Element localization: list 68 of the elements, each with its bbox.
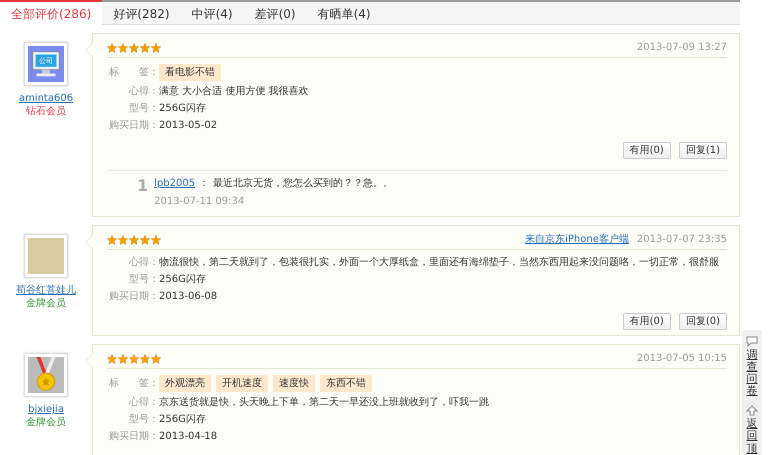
- field-label: 标 签：: [108, 377, 159, 390]
- reply-separator: ：: [199, 178, 210, 189]
- review-button[interactable]: 回复(1): [678, 142, 727, 159]
- member-level: 钻石会员: [26, 105, 66, 118]
- field-label: 购买日期：: [108, 119, 159, 132]
- field-label: 购买日期：: [108, 290, 159, 303]
- tag-label: 速度快: [273, 375, 315, 392]
- review-button[interactable]: 回复(0): [678, 313, 727, 330]
- reply-number: 1: [137, 177, 148, 197]
- field-label: 心得：: [128, 256, 159, 269]
- star-icon: [140, 42, 150, 52]
- tag-label: 东西不错: [320, 375, 372, 392]
- user-name-link[interactable]: bjxiejia: [28, 403, 64, 416]
- star-icon: [107, 354, 117, 364]
- review-date: 2013-07-05 10:15: [636, 352, 727, 365]
- member-level: 金牌会员: [26, 416, 66, 429]
- star-icon: [118, 354, 128, 364]
- field-label: 标 签：: [108, 66, 159, 79]
- field-value: 256G闪存: [159, 273, 206, 286]
- star-icon: [118, 234, 128, 244]
- field-label: 型号：: [128, 102, 159, 115]
- field-label: 型号：: [128, 413, 159, 426]
- star-icon: [129, 42, 139, 52]
- client-source-link[interactable]: 来自京东iPhone客户端: [525, 233, 629, 246]
- tab[interactable]: 中评(4): [180, 2, 244, 24]
- field-value: 2013-06-08: [159, 290, 218, 303]
- field-value: 物流很快，第二天就到了，包装很扎实，外面一个大厚纸盒，里面还有海绵垫子，当然东西用起来没问题咯，一切正常，很舒服: [159, 256, 719, 269]
- tag-label: 开机速度: [216, 375, 268, 392]
- side-tab-link[interactable]: 返回顶: [746, 418, 758, 455]
- speech-bubble-icon: [746, 336, 758, 347]
- side-tab-link[interactable]: 调查问卷: [746, 349, 758, 398]
- field-label: 型号：: [128, 273, 159, 286]
- star-icon: [151, 234, 161, 244]
- tag-label: 看电影不错: [159, 64, 221, 81]
- star-icon: [129, 354, 139, 364]
- review-button[interactable]: 有用(0): [622, 313, 671, 330]
- field-value: 满意 大小合适 使用方便 我很喜欢: [159, 85, 309, 98]
- star-icon: [151, 354, 161, 364]
- up-arrow-icon: [746, 405, 758, 416]
- user-name-link[interactable]: 荀谷红菩娃儿: [16, 284, 76, 297]
- star-icon: [151, 42, 161, 52]
- star-icon: [107, 42, 117, 52]
- field-label: 购买日期：: [108, 430, 159, 443]
- field-label: 心得：: [128, 85, 159, 98]
- star-icon: [107, 234, 117, 244]
- star-icon: [140, 354, 150, 364]
- review-date: 2013-07-07 23:35: [636, 233, 727, 246]
- review-button[interactable]: 有用(0): [622, 142, 671, 159]
- user-name-link[interactable]: aminta606: [18, 92, 74, 105]
- star-icon: [118, 42, 128, 52]
- tab[interactable]: 好评(282): [102, 2, 181, 24]
- field-value: 256G闪存: [159, 102, 206, 115]
- member-level: 金牌会员: [26, 297, 66, 310]
- tab[interactable]: 有晒单(4): [306, 2, 382, 24]
- reply-user-link[interactable]: lpb2005: [154, 178, 196, 189]
- star-icon: [140, 234, 150, 244]
- tab[interactable]: 全部评价(286): [0, 0, 102, 26]
- star-icon: [129, 234, 139, 244]
- reply-date: 2013-07-11 09:34: [154, 195, 246, 208]
- field-label: 心得：: [128, 396, 159, 409]
- field-value: 2013-04-18: [159, 430, 218, 443]
- reply-text: 最近北京无货，您怎么买到的？？急。。: [213, 178, 394, 189]
- review-date: 2013-07-09 13:27: [636, 41, 727, 54]
- field-value: 256G闪存: [159, 413, 206, 426]
- field-value: 京东送货就是快，头天晚上下单，第二天一早还没上班就收到了，吓我一跳: [159, 396, 489, 409]
- tag-label: 外观漂亮: [159, 375, 211, 392]
- tab[interactable]: 差评(0): [244, 2, 307, 24]
- field-value: 2013-05-02: [159, 119, 218, 132]
